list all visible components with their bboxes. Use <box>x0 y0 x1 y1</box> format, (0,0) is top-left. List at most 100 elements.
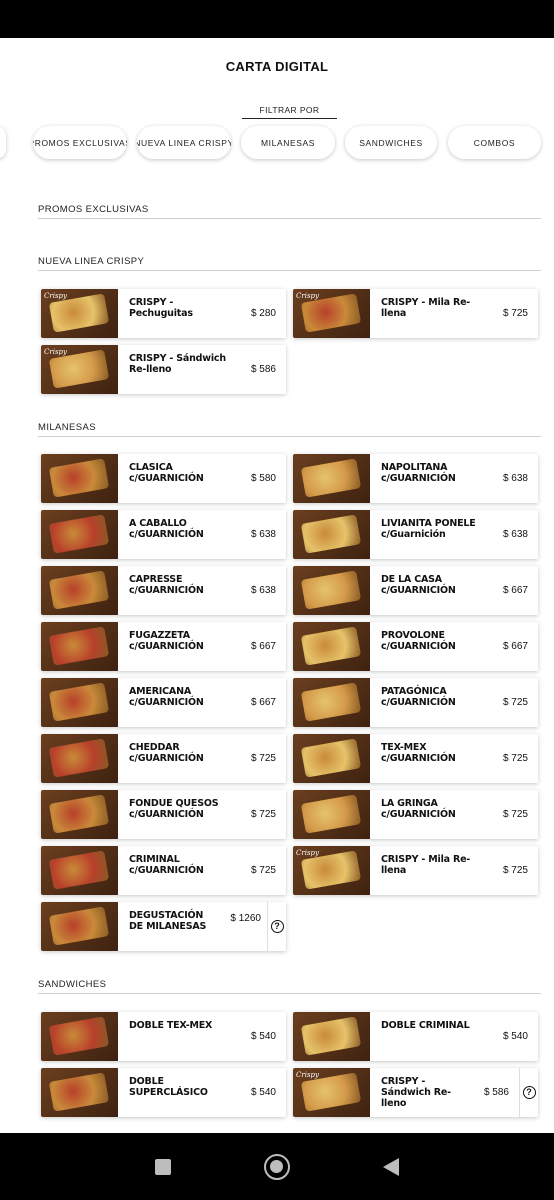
section-title-sandwiches: SANDWICHES <box>38 979 541 994</box>
menu-item-photo <box>293 454 370 503</box>
menu-item-photo <box>293 734 370 783</box>
filter-chip-milanesas[interactable]: MILANESAS <box>241 126 335 159</box>
nav-home-icon[interactable] <box>264 1154 290 1180</box>
menu-item-name: CRISPY - Pechuguitas <box>129 297 193 319</box>
menu-item-card[interactable]: AMERICANA c/GUARNICIÓN $ 667 <box>41 678 286 727</box>
menu-item-card[interactable]: NAPOLITANA c/GUARNICIÓN $ 638 <box>293 454 538 503</box>
menu-item-name: DEGUSTACIÓN DE MILANESAS <box>129 910 207 932</box>
menu-item-name: PROVOLONE c/GUARNICIÓN <box>381 630 456 652</box>
menu-item-photo <box>41 510 118 559</box>
menu-item-price: $ 540 <box>502 1031 528 1042</box>
info-button[interactable]: ? <box>267 902 286 951</box>
menu-item-price: $ 667 <box>502 585 528 596</box>
info-icon: ? <box>522 1086 536 1099</box>
menu-item-photo <box>293 678 370 727</box>
menu-item-card[interactable]: Crispy CRISPY - Pechuguitas $ 280 <box>41 289 286 338</box>
nav-recents-icon[interactable] <box>155 1159 171 1175</box>
menu-item-card[interactable]: CRIMINAL c/GUARNICIÓN $ 725 <box>41 846 286 895</box>
menu-item-price: $ 725 <box>250 753 276 764</box>
menu-item-name: FONDUE QUESOS c/GUARNICIÓN <box>129 798 219 820</box>
menu-item-photo <box>41 734 118 783</box>
menu-item-card[interactable]: Crispy CRISPY - Sándwich Re-lleno $ 586 <box>41 345 286 394</box>
menu-item-name: CHEDDAR c/GUARNICIÓN <box>129 742 204 764</box>
filter-chip-partial[interactable] <box>0 126 6 159</box>
menu-item-name: CRIMINAL c/GUARNICIÓN <box>129 854 204 876</box>
menu-item-photo: Crispy <box>293 1068 370 1117</box>
menu-item-price: $ 725 <box>250 809 276 820</box>
menu-item-name: FUGAZZETA c/GUARNICIÓN <box>129 630 204 652</box>
menu-item-price: $ 280 <box>250 308 276 319</box>
menu-item-name: LA GRINGA c/GUARNICIÓN <box>381 798 456 820</box>
crispy-logo: Crispy <box>44 348 67 356</box>
menu-item-name: CRISPY - Mila Re-llena <box>381 854 471 876</box>
filter-chip-row[interactable]: PROMOS EXCLUSIVAS NUEVA LINEA CRISPY MIL… <box>0 126 554 162</box>
menu-item-price: $ 586 <box>250 364 276 375</box>
menu-item-price: $ 725 <box>502 753 528 764</box>
menu-item-photo <box>293 622 370 671</box>
menu-item-photo <box>293 790 370 839</box>
filter-chip-combos[interactable]: COMBOS <box>448 126 541 159</box>
crispy-logo: Crispy <box>296 849 319 857</box>
menu-item-card[interactable]: CHEDDAR c/GUARNICIÓN $ 725 <box>41 734 286 783</box>
menu-item-name: CAPRESSE c/GUARNICIÓN <box>129 574 204 596</box>
menu-item-name: DOBLE SUPERCLÁSICO <box>129 1076 208 1098</box>
menu-item-card[interactable]: DEGUSTACIÓN DE MILANESAS $ 1260? <box>41 902 286 951</box>
menu-item-price: $ 638 <box>250 585 276 596</box>
menu-item-name: CRISPY - Mila Re-llena <box>381 297 471 319</box>
menu-item-card[interactable]: FONDUE QUESOS c/GUARNICIÓN $ 725 <box>41 790 286 839</box>
menu-item-price: $ 638 <box>502 529 528 540</box>
menu-item-price: $ 667 <box>250 697 276 708</box>
menu-item-card[interactable]: DOBLE CRIMINAL $ 540 <box>293 1012 538 1061</box>
menu-item-photo: Crispy <box>293 289 370 338</box>
menu-item-photo <box>41 1012 118 1061</box>
menu-item-price: $ 667 <box>502 641 528 652</box>
menu-item-card[interactable]: PATAGÓNICA c/GUARNICIÓN $ 725 <box>293 678 538 727</box>
menu-item-price: $ 1260 <box>230 913 261 924</box>
menu-item-card[interactable]: LIVIANITA PONELE c/Guarnición $ 638 <box>293 510 538 559</box>
menu-item-photo <box>41 902 118 951</box>
menu-item-name: TEX-MEX c/GUARNICIÓN <box>381 742 456 764</box>
menu-item-name: DOBLE CRIMINAL <box>381 1020 470 1031</box>
menu-item-card[interactable]: CAPRESSE c/GUARNICIÓN $ 638 <box>41 566 286 615</box>
info-button[interactable]: ? <box>519 1068 538 1117</box>
filter-chip-crispy[interactable]: NUEVA LINEA CRISPY <box>137 126 231 159</box>
menu-item-photo: Crispy <box>293 846 370 895</box>
menu-item-card[interactable]: DE LA CASA c/GUARNICIÓN $ 667 <box>293 566 538 615</box>
menu-item-name: AMERICANA c/GUARNICIÓN <box>129 686 204 708</box>
menu-page: CARTA DIGITAL FILTRAR POR PROMOS EXCLUSI… <box>0 38 554 1133</box>
menu-item-price: $ 638 <box>250 529 276 540</box>
menu-item-photo <box>293 1012 370 1061</box>
menu-item-card[interactable]: CLASICA c/GUARNICIÓN $ 580 <box>41 454 286 503</box>
nav-back-icon[interactable] <box>383 1158 399 1176</box>
menu-item-card[interactable]: Crispy CRISPY - Mila Re-llena $ 725 <box>293 846 538 895</box>
menu-item-card[interactable]: TEX-MEX c/GUARNICIÓN $ 725 <box>293 734 538 783</box>
status-bar <box>0 0 554 38</box>
menu-item-price: $ 725 <box>250 865 276 876</box>
menu-item-price: $ 725 <box>502 809 528 820</box>
filter-chip-sandwiches[interactable]: SANDWICHES <box>345 126 437 159</box>
menu-item-card[interactable]: FUGAZZETA c/GUARNICIÓN $ 667 <box>41 622 286 671</box>
menu-item-name: CLASICA c/GUARNICIÓN <box>129 462 204 484</box>
filter-chip-promos[interactable]: PROMOS EXCLUSIVAS <box>33 126 127 159</box>
menu-item-card[interactable]: A CABALLO c/GUARNICIÓN $ 638 <box>41 510 286 559</box>
menu-item-photo <box>41 790 118 839</box>
menu-item-photo: Crispy <box>41 289 118 338</box>
crispy-logo: Crispy <box>296 292 319 300</box>
menu-item-photo: Crispy <box>41 345 118 394</box>
menu-item-name: LIVIANITA PONELE c/Guarnición <box>381 518 476 540</box>
section-title-milanesas: MILANESAS <box>38 422 541 437</box>
menu-item-price: $ 586 <box>483 1087 509 1098</box>
menu-item-photo <box>41 1068 118 1117</box>
menu-item-name: PATAGÓNICA c/GUARNICIÓN <box>381 686 456 708</box>
menu-item-card[interactable]: Crispy CRISPY - Sándwich Re-lleno $ 586? <box>293 1068 538 1117</box>
menu-item-card[interactable]: LA GRINGA c/GUARNICIÓN $ 725 <box>293 790 538 839</box>
menu-item-photo <box>41 678 118 727</box>
menu-item-card[interactable]: DOBLE TEX-MEX $ 540 <box>41 1012 286 1061</box>
page-title: CARTA DIGITAL <box>225 59 329 74</box>
filter-label: FILTRAR POR <box>242 105 337 119</box>
menu-item-card[interactable]: Crispy CRISPY - Mila Re-llena $ 725 <box>293 289 538 338</box>
menu-item-card[interactable]: DOBLE SUPERCLÁSICO $ 540 <box>41 1068 286 1117</box>
menu-item-name: A CABALLO c/GUARNICIÓN <box>129 518 204 540</box>
menu-item-card[interactable]: PROVOLONE c/GUARNICIÓN $ 667 <box>293 622 538 671</box>
section-title-crispy: NUEVA LINEA CRISPY <box>38 256 541 271</box>
